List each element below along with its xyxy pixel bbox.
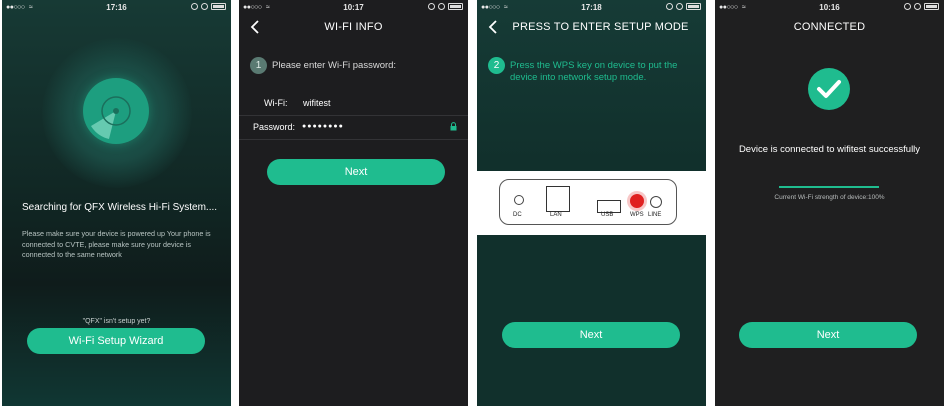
wifi-label: Wi-Fi: <box>264 98 288 108</box>
searching-title: Searching for QFX Wireless Hi-Fi System.… <box>22 202 218 213</box>
lock-rotation-icon <box>191 3 198 10</box>
alarm-icon <box>676 3 683 10</box>
step-row: 2 Press the WPS key on device to put the… <box>488 57 693 84</box>
screen-connected: ●●○○○ ≈ 10:16 CONNECTED Device is connec… <box>715 0 944 406</box>
lock-icon <box>450 122 457 131</box>
battery-icon <box>448 3 463 10</box>
page-title: PRESS TO ENTER SETUP MODE <box>512 21 689 33</box>
screen-searching: ●●○○○ ≈ 17:16 Searching for QFX Wireless… <box>2 0 231 406</box>
lock-rotation-icon <box>904 3 911 10</box>
setup-hint: "QFX" isn't setup yet? <box>82 318 151 325</box>
battery-icon <box>686 3 701 10</box>
port-label-wps: WPS <box>630 212 644 218</box>
page-title: WI-FI INFO <box>324 21 383 33</box>
status-bar: ●●○○○ ≈ 10:16 <box>715 0 944 16</box>
lan-port <box>546 186 570 212</box>
battery-icon <box>924 3 939 10</box>
port-label-line: LINE <box>648 212 662 218</box>
password-field[interactable]: Password: ●●●●●●●● <box>239 116 468 138</box>
dc-port <box>514 195 524 205</box>
radar-icon <box>83 78 149 144</box>
next-button[interactable]: Next <box>739 322 917 348</box>
wifi-field: Wi-Fi: wifitest <box>239 92 468 114</box>
next-button[interactable]: Next <box>267 159 445 185</box>
password-input[interactable]: ●●●●●●●● <box>302 123 344 130</box>
searching-instructions: Please make sure your device is powered … <box>22 229 211 259</box>
step-instruction: Please enter Wi-Fi password: <box>272 60 397 71</box>
status-bar: ●●○○○ ≈ 17:16 <box>2 0 231 16</box>
wifi-strength-text: Current Wi-Fi strength of device:100% <box>774 194 885 201</box>
step-instruction: Press the WPS key on device to put the d… <box>510 60 678 83</box>
wifi-strength-bar <box>779 186 879 188</box>
success-badge <box>808 68 850 110</box>
page-title: CONNECTED <box>793 21 866 33</box>
wifi-setup-wizard-button[interactable]: Wi-Fi Setup Wizard <box>27 328 205 354</box>
divider <box>239 139 468 140</box>
status-bar: ●●○○○ ≈ 10:17 <box>239 0 468 16</box>
port-label-dc: DC <box>513 212 522 218</box>
step-number-badge: 1 <box>250 57 267 74</box>
line-port <box>650 196 662 208</box>
next-button[interactable]: Next <box>502 322 680 348</box>
step-row: 1 Please enter Wi-Fi password: <box>250 57 396 74</box>
lock-rotation-icon <box>666 3 673 10</box>
device-back-panel: DC LAN USB WPS LINE <box>499 179 677 225</box>
nav-bar: WI-FI INFO <box>239 17 468 37</box>
alarm-icon <box>201 3 208 10</box>
port-label-lan: LAN <box>550 212 562 218</box>
checkmark-icon <box>817 80 841 98</box>
alarm-icon <box>914 3 921 10</box>
screen-setup-mode: ●●○○○ ≈ 17:18 PRESS TO ENTER SETUP MODE … <box>477 0 706 406</box>
battery-icon <box>211 3 226 10</box>
wifi-value: wifitest <box>303 98 331 108</box>
device-diagram: DC LAN USB WPS LINE <box>477 171 706 235</box>
connection-message: Device is connected to wifitest successf… <box>738 144 921 155</box>
alarm-icon <box>438 3 445 10</box>
wifi-strength-fill <box>779 186 879 188</box>
port-label-usb: USB <box>601 212 614 218</box>
lock-rotation-icon <box>428 3 435 10</box>
nav-bar: PRESS TO ENTER SETUP MODE <box>477 17 706 37</box>
status-bar: ●●○○○ ≈ 17:18 <box>477 0 706 16</box>
wps-button[interactable] <box>630 194 644 208</box>
step-number-badge: 2 <box>488 57 505 74</box>
nav-bar: CONNECTED <box>715 17 944 37</box>
password-label: Password: <box>253 122 296 132</box>
screen-wifi-info: ●●○○○ ≈ 10:17 WI-FI INFO 1 Please enter … <box>239 0 468 406</box>
